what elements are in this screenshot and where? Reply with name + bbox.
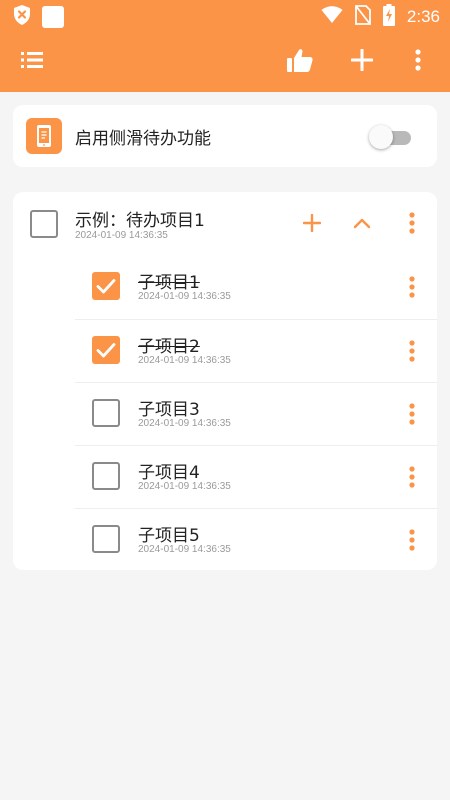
- child-todo-timestamp: 2024-01-09 14:36:35: [138, 355, 231, 366]
- child-todo-row: 子项目2 2024-01-09 14:36:35: [75, 319, 437, 382]
- wifi-icon: [321, 6, 343, 28]
- child-todo-title: 子项目2: [138, 337, 200, 357]
- child-todo-timestamp: 2024-01-09 14:36:35: [138, 544, 231, 555]
- child-todo-checkbox[interactable]: [92, 525, 120, 553]
- child-todo-timestamp: 2024-01-09 14:36:35: [138, 481, 231, 492]
- thumbs-up-icon[interactable]: [280, 40, 320, 80]
- add-subitem-icon[interactable]: [298, 209, 326, 237]
- app-bar: [0, 30, 450, 92]
- check-icon: [96, 279, 116, 294]
- list-icon[interactable]: [12, 40, 52, 80]
- child-todo-title: 子项目3: [138, 400, 200, 420]
- child-todo-timestamp: 2024-01-09 14:36:35: [138, 418, 231, 429]
- chevron-up-icon[interactable]: [348, 209, 376, 237]
- sidebar-todo-setting-card: 启用侧滑待办功能: [13, 105, 437, 167]
- parent-todo-timestamp: 2024-01-09 14:36:35: [75, 230, 168, 241]
- more-vert-icon[interactable]: [398, 400, 426, 428]
- more-vert-icon[interactable]: [398, 40, 438, 80]
- parent-todo-checkbox[interactable]: [30, 210, 58, 238]
- child-todo-title: 子项目4: [138, 463, 200, 483]
- more-vert-icon[interactable]: [398, 209, 426, 237]
- app-badge-icon: [26, 118, 62, 154]
- top-bar: 2:36: [0, 0, 450, 92]
- todo-card: 示例：待办项目1 2024-01-09 14:36:35 子项目1 2024-0…: [13, 192, 437, 570]
- more-vert-icon[interactable]: [398, 337, 426, 365]
- notification-square-icon: [42, 6, 64, 28]
- more-vert-icon[interactable]: [398, 526, 426, 554]
- child-todo-checkbox[interactable]: [92, 462, 120, 490]
- sidebar-todo-label: 启用侧滑待办功能: [75, 129, 211, 149]
- child-todo-timestamp: 2024-01-09 14:36:35: [138, 291, 231, 302]
- child-todo-row: 子项目5 2024-01-09 14:36:35: [75, 508, 437, 571]
- status-time: 2:36: [406, 7, 440, 26]
- child-todo-title: 子项目1: [138, 273, 200, 293]
- more-vert-icon[interactable]: [398, 273, 426, 301]
- parent-todo-title: 示例：待办项目1: [75, 211, 205, 231]
- no-sim-icon: [355, 5, 371, 29]
- parent-todo-row: 示例：待办项目1 2024-01-09 14:36:35: [13, 192, 437, 256]
- add-icon[interactable]: [342, 40, 382, 80]
- more-vert-icon[interactable]: [398, 463, 426, 491]
- child-todo-checkbox[interactable]: [92, 399, 120, 427]
- shield-icon: [12, 4, 32, 30]
- child-todo-row: 子项目4 2024-01-09 14:36:35: [75, 445, 437, 508]
- child-todo-row: 子项目3 2024-01-09 14:36:35: [75, 382, 437, 445]
- toggle-knob: [369, 125, 393, 149]
- child-todo-row: 子项目1 2024-01-09 14:36:35: [75, 256, 437, 319]
- child-todo-checkbox[interactable]: [92, 272, 120, 300]
- child-todo-checkbox[interactable]: [92, 336, 120, 364]
- sidebar-todo-toggle[interactable]: [369, 124, 413, 149]
- check-icon: [96, 343, 116, 358]
- status-bar: 2:36: [0, 0, 450, 30]
- child-todo-title: 子项目5: [138, 526, 200, 546]
- battery-charging-icon: [382, 4, 395, 30]
